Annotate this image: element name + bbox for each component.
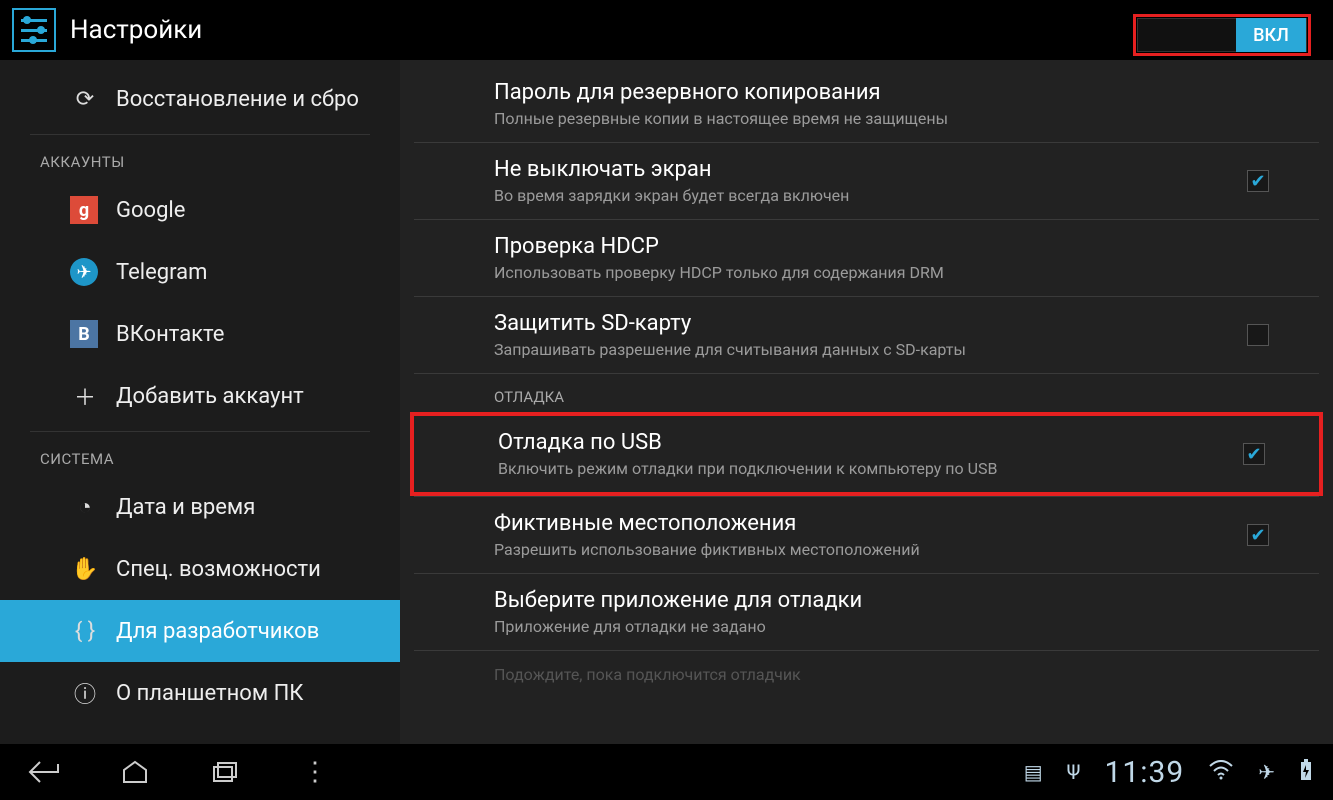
sd-card-icon: ▤	[1024, 760, 1043, 784]
system-navbar: ⋮ ▤ Ψ 11:39 ✈	[0, 744, 1333, 800]
home-button[interactable]	[110, 760, 160, 784]
wifi-icon	[1208, 760, 1234, 785]
settings-sidebar: ⟳ Восстановление и сбро АККАУНТЫ g Googl…	[0, 60, 400, 744]
setting-stay-awake[interactable]: Не выключать экран Во время зарядки экра…	[414, 143, 1319, 220]
usb-icon: Ψ	[1067, 760, 1081, 784]
sidebar-item-vk[interactable]: B ВКонтакте	[0, 303, 400, 365]
sidebar-item-google[interactable]: g Google	[0, 179, 400, 241]
airplane-mode-icon: ✈	[1258, 760, 1275, 784]
telegram-icon: ✈	[70, 258, 98, 286]
developer-options-master-toggle[interactable]: ВКЛ	[1133, 14, 1311, 56]
protect-sd-checkbox[interactable]	[1247, 324, 1269, 346]
hand-icon: ✋	[70, 557, 100, 582]
setting-backup-password[interactable]: Пароль для резервного копирования Полные…	[414, 66, 1319, 143]
developer-options-panel: Пароль для резервного копирования Полные…	[400, 60, 1333, 744]
clock-icon: ◔	[70, 494, 100, 520]
braces-icon: { }	[70, 619, 100, 644]
back-button[interactable]	[20, 760, 70, 784]
mock-locations-checkbox[interactable]	[1247, 524, 1269, 546]
sidebar-item-about-tablet[interactable]: ⓘ О планшетном ПК	[0, 662, 400, 724]
sidebar-item-datetime[interactable]: ◔ Дата и время	[0, 476, 400, 538]
toggle-on-label: ВКЛ	[1236, 18, 1306, 52]
page-title: Настройки	[70, 15, 202, 45]
sidebar-item-backup-reset[interactable]: ⟳ Восстановление и сбро	[0, 68, 400, 130]
menu-button[interactable]: ⋮	[290, 757, 340, 787]
sidebar-item-developer-options[interactable]: { } Для разработчиков	[0, 600, 400, 662]
google-icon: g	[70, 196, 98, 224]
sidebar-item-add-account[interactable]: ＋ Добавить аккаунт	[0, 365, 400, 427]
clock: 11:39	[1105, 755, 1185, 790]
section-debugging: ОТЛАДКА	[414, 374, 1319, 412]
setting-mock-locations[interactable]: Фиктивные местоположения Разрешить испол…	[414, 496, 1319, 574]
stay-awake-checkbox[interactable]	[1247, 170, 1269, 192]
setting-wait-for-debugger[interactable]: Подождите, пока подключится отладчик	[414, 651, 1319, 698]
setting-protect-sd[interactable]: Защитить SD-карту Запрашивать разрешение…	[414, 297, 1319, 374]
info-icon: ⓘ	[70, 677, 100, 709]
setting-select-debug-app[interactable]: Выберите приложение для отладки Приложен…	[414, 574, 1319, 651]
sidebar-item-accessibility[interactable]: ✋ Спец. возможности	[0, 538, 400, 600]
usb-debugging-highlight: Отладка по USB Включить режим отладки пр…	[410, 412, 1323, 496]
plus-icon: ＋	[70, 380, 100, 412]
recent-apps-button[interactable]	[200, 760, 250, 784]
battery-charging-icon	[1299, 759, 1313, 786]
setting-usb-debugging[interactable]: Отладка по USB Включить режим отладки пр…	[418, 416, 1315, 492]
usb-debugging-checkbox[interactable]	[1243, 443, 1265, 465]
sidebar-item-telegram[interactable]: ✈ Telegram	[0, 241, 400, 303]
sidebar-section-system: СИСТЕМА	[0, 432, 400, 476]
settings-app-icon	[12, 8, 56, 52]
sidebar-section-accounts: АККАУНТЫ	[0, 135, 400, 179]
restore-icon: ⟳	[70, 87, 100, 112]
vk-icon: B	[70, 320, 98, 348]
setting-hdcp-check[interactable]: Проверка HDCP Использовать проверку HDCP…	[414, 220, 1319, 297]
